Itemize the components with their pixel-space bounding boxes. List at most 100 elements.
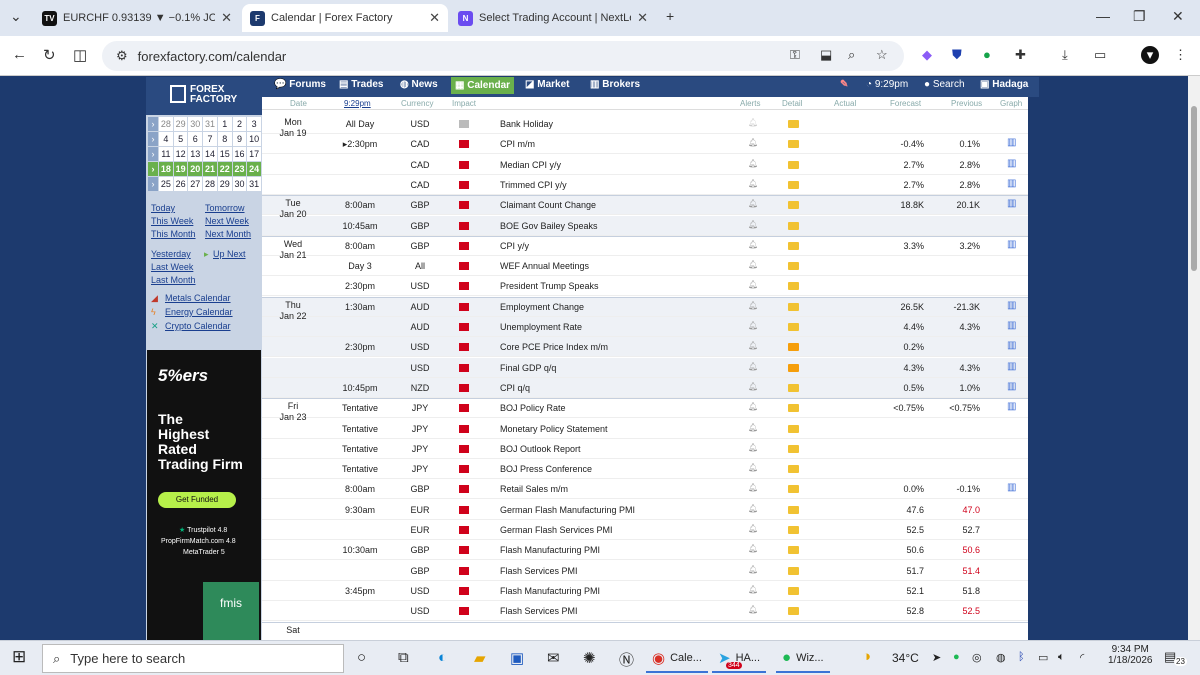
event-row[interactable]: Tentative JPY BOJ Outlook Report 🔔︎ (262, 439, 1028, 459)
link-last-week[interactable]: Last Week (151, 262, 193, 272)
event-row[interactable]: CAD Trimmed CPI y/y 🔔︎ 2.7% 2.8% ▥ (262, 175, 1028, 195)
event-row[interactable]: CAD Median CPI y/y 🔔︎ 2.7% 2.8% ▥ (262, 155, 1028, 175)
detail-folder-icon[interactable] (788, 343, 799, 352)
alert-bell-icon[interactable]: 🔔︎ (748, 382, 758, 391)
nav-forums[interactable]: 💬 Forums (274, 79, 326, 90)
alert-bell-icon[interactable]: 🔔︎ (748, 565, 758, 574)
detail-folder-icon[interactable] (788, 404, 799, 413)
calendar-day[interactable]: 10 (247, 132, 262, 146)
event-row[interactable]: USD Final GDP q/q 🔔︎ 4.3% 4.3% ▥ (262, 357, 1028, 378)
tab-forexfactory[interactable]: F Calendar | Forex Factory ✕ (242, 4, 448, 32)
windows-start-icon[interactable]: ⊞ (12, 647, 26, 667)
link-today[interactable]: Today (151, 203, 175, 213)
alert-bell-icon[interactable]: 🔔︎ (748, 240, 758, 249)
nav-search[interactable]: ● Search (924, 79, 965, 90)
calendar-day[interactable]: 11 (159, 147, 173, 161)
event-row[interactable]: AUD Unemployment Rate 🔔︎ 4.4% 4.3% ▥ (262, 317, 1028, 337)
detail-folder-icon[interactable] (788, 262, 799, 271)
graph-icon[interactable]: ▥ (1007, 239, 1016, 250)
calendar-day[interactable]: 5 (173, 132, 188, 146)
alert-bell-icon[interactable]: 🔔︎ (748, 504, 758, 513)
link-next-week[interactable]: Next Week (205, 216, 249, 226)
minimize-button[interactable]: — (1096, 8, 1110, 24)
event-row[interactable]: 8:00am GBP Claimant Count Change 🔔︎ 18.8K 20.… (262, 195, 1028, 216)
graph-icon[interactable]: ▥ (1007, 340, 1016, 351)
detail-folder-icon[interactable] (788, 180, 799, 189)
calendar-day[interactable]: 31 (247, 177, 262, 191)
calendar-day[interactable]: 20 (188, 162, 203, 176)
detail-folder-icon[interactable] (788, 566, 799, 575)
wifi-icon[interactable]: ◜ (1080, 651, 1084, 664)
week-arrow-icon[interactable]: › (148, 117, 158, 131)
graph-icon[interactable]: ▥ (1007, 381, 1016, 392)
tab-search-icon[interactable]: ⌄ (10, 8, 22, 25)
event-row[interactable]: USD Flash Services PMI 🔔︎ 52.8 52.5 (262, 601, 1028, 622)
event-row[interactable]: 3:45pm USD Flash Manufacturing PMI 🔔︎ 52.1 51… (262, 581, 1028, 601)
week-arrow-icon[interactable]: › (148, 177, 158, 191)
link-yesterday[interactable]: Yesterday (151, 249, 191, 259)
calendar-week-row[interactable]: › 4 5 6 7 8 9 10 (148, 132, 262, 147)
calendar-day[interactable]: 30 (188, 117, 203, 131)
graph-icon[interactable]: ▥ (1007, 401, 1016, 412)
calendar-day[interactable]: 12 (173, 147, 188, 161)
new-tab-button[interactable]: + (666, 8, 674, 24)
calendar-day[interactable]: 13 (188, 147, 203, 161)
calendar-week-row[interactable]: › 18 19 20 21 22 23 24 (148, 162, 262, 177)
advertisement-banner[interactable]: 5%ers The Highest Rated Trading Firm Get… (147, 350, 261, 640)
link-this-week[interactable]: This Week (151, 216, 193, 226)
download-icon[interactable]: ⤓ (1062, 47, 1068, 63)
detail-folder-icon[interactable] (788, 607, 799, 616)
password-key-icon[interactable]: ⚿ (790, 47, 800, 63)
event-row[interactable]: 2:30pm USD President Trump Speaks 🔔︎ (262, 276, 1028, 297)
grammarly-tray-icon[interactable]: ◍ (996, 651, 1006, 664)
detail-folder-icon[interactable] (788, 444, 799, 453)
tab-nextlevel[interactable]: N Select Trading Account | NextLe ✕ (450, 4, 656, 32)
detail-folder-icon[interactable] (788, 302, 799, 311)
calendar-day[interactable]: 18 (159, 162, 173, 176)
alert-bell-icon[interactable]: 🔔︎ (748, 402, 758, 411)
shield-extension-icon[interactable]: ⛊ (952, 47, 962, 63)
detail-folder-icon[interactable] (788, 201, 799, 210)
taskbar-chrome[interactable]: ◉ Cale... (646, 644, 708, 673)
calendar-day[interactable]: 9 (232, 132, 247, 146)
close-window-button[interactable]: ✕ (1172, 8, 1184, 25)
alert-bell-icon[interactable]: 🔔︎ (748, 260, 758, 269)
link-crypto-calendar[interactable]: Crypto Calendar (165, 321, 231, 331)
detail-folder-icon[interactable] (788, 221, 799, 230)
detail-folder-icon[interactable] (788, 383, 799, 392)
link-last-month[interactable]: Last Month (151, 275, 196, 285)
alert-bell-icon[interactable]: 🔔︎ (748, 544, 758, 553)
alert-bell-icon[interactable]: 🔔︎ (748, 179, 758, 188)
calendar-day[interactable]: 15 (217, 147, 232, 161)
install-icon[interactable]: ⬓ (820, 47, 832, 63)
alert-bell-icon[interactable]: 🔔︎ (748, 524, 758, 533)
calendar-day[interactable]: 29 (217, 177, 232, 191)
detail-folder-icon[interactable] (788, 546, 799, 555)
calendar-day[interactable]: 14 (203, 147, 217, 161)
nav-market[interactable]: ◪ Market (525, 79, 569, 90)
event-row[interactable]: 1:30am AUD Employment Change 🔔︎ 26.5K -21.3K ▥ (262, 296, 1028, 317)
link-up-next[interactable]: Up Next (213, 249, 246, 259)
calendar-day[interactable]: 26 (173, 177, 188, 191)
detail-folder-icon[interactable] (788, 323, 799, 331)
alert-bell-icon[interactable]: 🔔︎ (748, 585, 758, 594)
close-icon[interactable]: ✕ (221, 10, 232, 26)
close-icon[interactable]: ✕ (429, 10, 440, 26)
event-row[interactable]: 2:30pm USD Core PCE Price Index m/m 🔔︎ 0.2% ▥ (262, 337, 1028, 358)
taskbar-telegram[interactable]: ➤ HA... 344 (712, 644, 767, 673)
col-time[interactable]: 9:29pm (344, 99, 371, 108)
calendar-week-row[interactable]: › 25 26 27 28 29 30 31 (148, 177, 262, 192)
calendar-day[interactable]: 25 (159, 177, 173, 191)
alert-bell-icon[interactable]: 🔔︎ (748, 159, 758, 168)
event-row[interactable]: All Day USD Bank Holiday 🔔︎ (262, 114, 1028, 134)
alert-bell-icon[interactable]: 🔔︎ (748, 463, 758, 472)
mail-icon[interactable]: ✉ (547, 649, 560, 667)
event-row[interactable]: Tentative JPY BOJ Policy Rate 🔔︎ <0.75% <0.75… (262, 398, 1028, 419)
graph-icon[interactable]: ▥ (1007, 361, 1016, 372)
extension-icon[interactable]: ◆ (922, 47, 932, 63)
alert-bell-icon[interactable]: 🔔︎ (748, 220, 758, 229)
week-arrow-icon[interactable]: › (148, 147, 158, 161)
link-energy-calendar[interactable]: Energy Calendar (165, 307, 233, 317)
calendar-day[interactable]: 24 (247, 162, 262, 176)
event-row[interactable]: 9:30am EUR German Flash Manufacturing PMI 🔔… (262, 500, 1028, 520)
